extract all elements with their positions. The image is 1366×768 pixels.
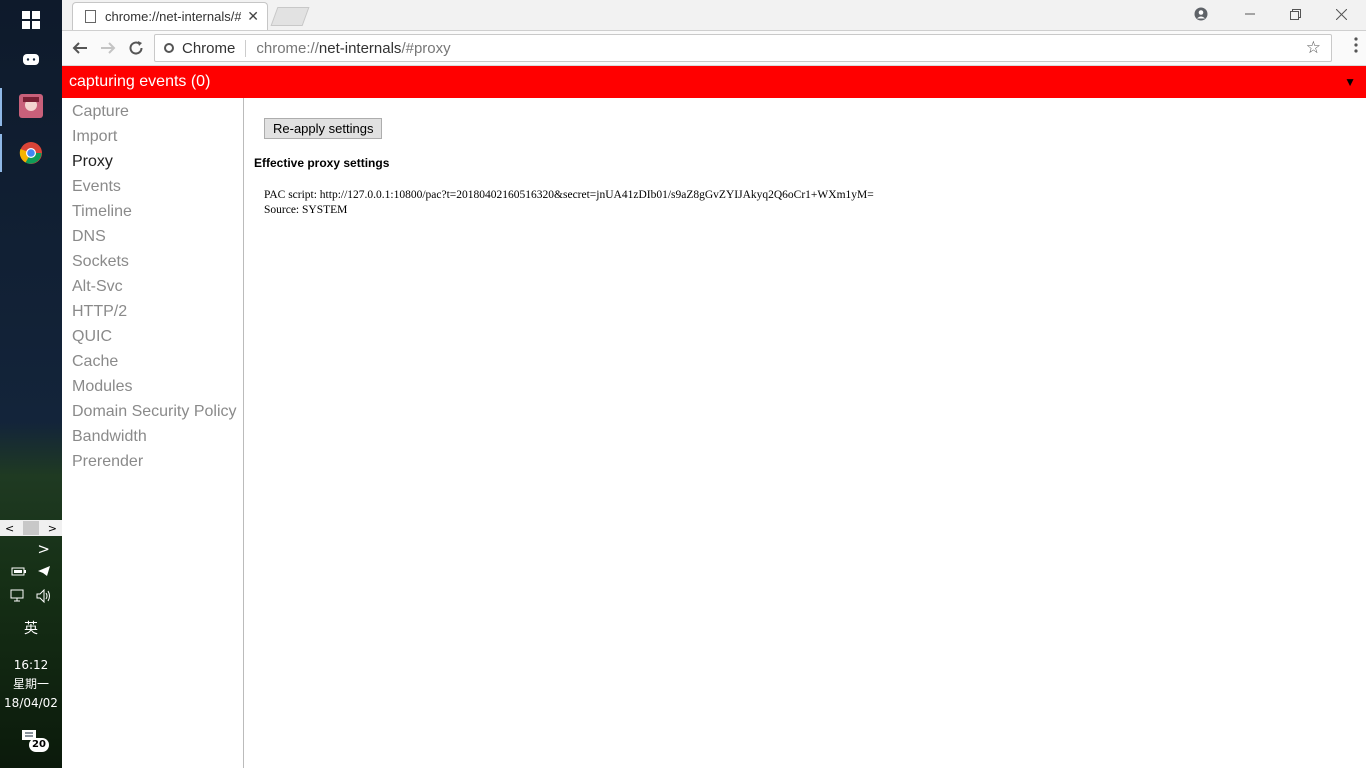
net-internals-sidebar: Capture Import Proxy Events Timeline DNS Socke… bbox=[62, 98, 244, 768]
sidebar-item-modules[interactable]: Modules bbox=[62, 374, 243, 399]
reapply-settings-button[interactable]: Re-apply settings bbox=[264, 118, 383, 139]
restore-icon bbox=[1289, 8, 1301, 20]
close-icon bbox=[1335, 8, 1347, 20]
action-center-button[interactable]: 20 bbox=[21, 728, 49, 752]
sidebar-item-alt-svc[interactable]: Alt-Svc bbox=[62, 274, 243, 299]
proxy-source-line: Source: SYSTEM bbox=[264, 204, 348, 216]
tab-net-internals[interactable]: chrome://net-internals/#proxy ✕ bbox=[72, 2, 268, 30]
taskbar-app-chrome[interactable] bbox=[0, 133, 62, 173]
telegram-icon[interactable] bbox=[37, 565, 51, 577]
sidebar-item-timeline[interactable]: Timeline bbox=[62, 199, 243, 224]
forward-arrow-icon bbox=[101, 42, 116, 54]
security-chip[interactable]: Chrome bbox=[182, 39, 247, 57]
effective-proxy-settings: PAC script: http://127.0.0.1:10800/pac?t… bbox=[264, 188, 874, 218]
effective-proxy-heading: Effective proxy settings bbox=[254, 156, 390, 170]
sidebar-item-domain-security-policy[interactable]: Domain Security Policy bbox=[62, 399, 243, 424]
network-icon[interactable] bbox=[10, 589, 26, 603]
page-document-icon bbox=[85, 10, 96, 23]
reload-button[interactable] bbox=[124, 36, 148, 60]
battery-icon[interactable] bbox=[11, 565, 27, 577]
browser-toolbar: Chrome chrome://net-internals/#proxy ☆ bbox=[62, 31, 1366, 66]
reload-icon bbox=[129, 41, 143, 55]
back-arrow-icon bbox=[72, 42, 87, 54]
taskbar-scrollbar[interactable]: < > bbox=[0, 520, 62, 536]
sidebar-item-sockets[interactable]: Sockets bbox=[62, 249, 243, 274]
restore-button[interactable] bbox=[1272, 0, 1318, 28]
chrome-page-icon bbox=[164, 43, 174, 53]
sidebar-item-import[interactable]: Import bbox=[62, 124, 243, 149]
start-button[interactable] bbox=[0, 0, 62, 40]
status-dropdown-arrow-icon[interactable]: ▼ bbox=[1344, 75, 1366, 89]
sidebar-item-dns[interactable]: DNS bbox=[62, 224, 243, 249]
proxy-view: Re-apply settings Effective proxy settin… bbox=[244, 98, 1366, 768]
capture-status-text: capturing events (0) bbox=[69, 73, 211, 90]
tab-strip: chrome://net-internals/#proxy ✕ bbox=[62, 0, 1366, 31]
url-host: net-internals bbox=[318, 39, 402, 57]
taskbar-app-chat[interactable] bbox=[0, 40, 62, 80]
volume-icon[interactable] bbox=[36, 589, 52, 603]
capture-status-bar[interactable]: capturing events (0) ▼ bbox=[62, 66, 1366, 98]
clock-time: 16:12 bbox=[13, 658, 49, 672]
kebab-menu-icon bbox=[1354, 37, 1358, 53]
sidebar-item-http-2[interactable]: HTTP/2 bbox=[62, 299, 243, 324]
taskbar-app-anime[interactable] bbox=[0, 86, 62, 126]
url-path: /#proxy bbox=[401, 39, 451, 57]
sidebar-item-events[interactable]: Events bbox=[62, 174, 243, 199]
forward-button[interactable] bbox=[96, 36, 120, 60]
sidebar-item-proxy[interactable]: Proxy bbox=[62, 149, 243, 174]
sidebar-item-quic[interactable]: QUIC bbox=[62, 324, 243, 349]
sidebar-item-cache[interactable]: Cache bbox=[62, 349, 243, 374]
tab-title: chrome://net-internals/#proxy bbox=[105, 9, 242, 24]
back-button[interactable] bbox=[68, 36, 92, 60]
profile-button[interactable] bbox=[1178, 0, 1224, 28]
sidebar-item-prerender[interactable]: Prerender bbox=[62, 449, 243, 474]
profile-icon bbox=[1194, 7, 1208, 21]
input-method-indicator[interactable]: 英 bbox=[24, 618, 38, 638]
scroll-right-button[interactable]: > bbox=[48, 522, 62, 535]
windows-logo-icon bbox=[22, 11, 40, 29]
new-tab-button[interactable] bbox=[270, 7, 310, 26]
pac-script-line: PAC script: http://127.0.0.1:10800/pac?t… bbox=[264, 189, 874, 201]
notification-count-badge: 20 bbox=[29, 738, 49, 752]
clock-date: 18/04/02 bbox=[4, 696, 58, 710]
scroll-thumb[interactable] bbox=[23, 521, 39, 535]
sidebar-item-bandwidth[interactable]: Bandwidth bbox=[62, 424, 243, 449]
address-bar[interactable]: Chrome chrome://net-internals/#proxy ☆ bbox=[154, 34, 1332, 62]
clock-weekday: 星期一 bbox=[12, 677, 49, 691]
url-scheme: chrome:// bbox=[256, 39, 319, 57]
system-clock[interactable]: 16:12 星期一 18/04/02 bbox=[0, 656, 62, 713]
show-hidden-icons-button[interactable]: > bbox=[37, 540, 50, 558]
minimize-button[interactable] bbox=[1227, 0, 1273, 28]
sidebar-item-capture[interactable]: Capture bbox=[62, 99, 243, 124]
chrome-menu-button[interactable] bbox=[1354, 37, 1358, 57]
scroll-left-button[interactable]: < bbox=[0, 522, 14, 535]
bookmark-star-icon[interactable]: ☆ bbox=[1306, 38, 1321, 58]
minimize-icon bbox=[1245, 13, 1255, 15]
anime-avatar-icon bbox=[19, 94, 43, 118]
chat-bubble-icon bbox=[23, 54, 39, 65]
chrome-logo-icon bbox=[19, 142, 42, 164]
tab-list: Capture Import Proxy Events Timeline DNS Socke… bbox=[62, 99, 243, 474]
close-window-button[interactable] bbox=[1318, 0, 1364, 28]
windows-taskbar: < > > 英 16:12 星期一 18/04/02 20 bbox=[0, 0, 62, 768]
tab-close-icon[interactable]: ✕ bbox=[247, 9, 259, 25]
